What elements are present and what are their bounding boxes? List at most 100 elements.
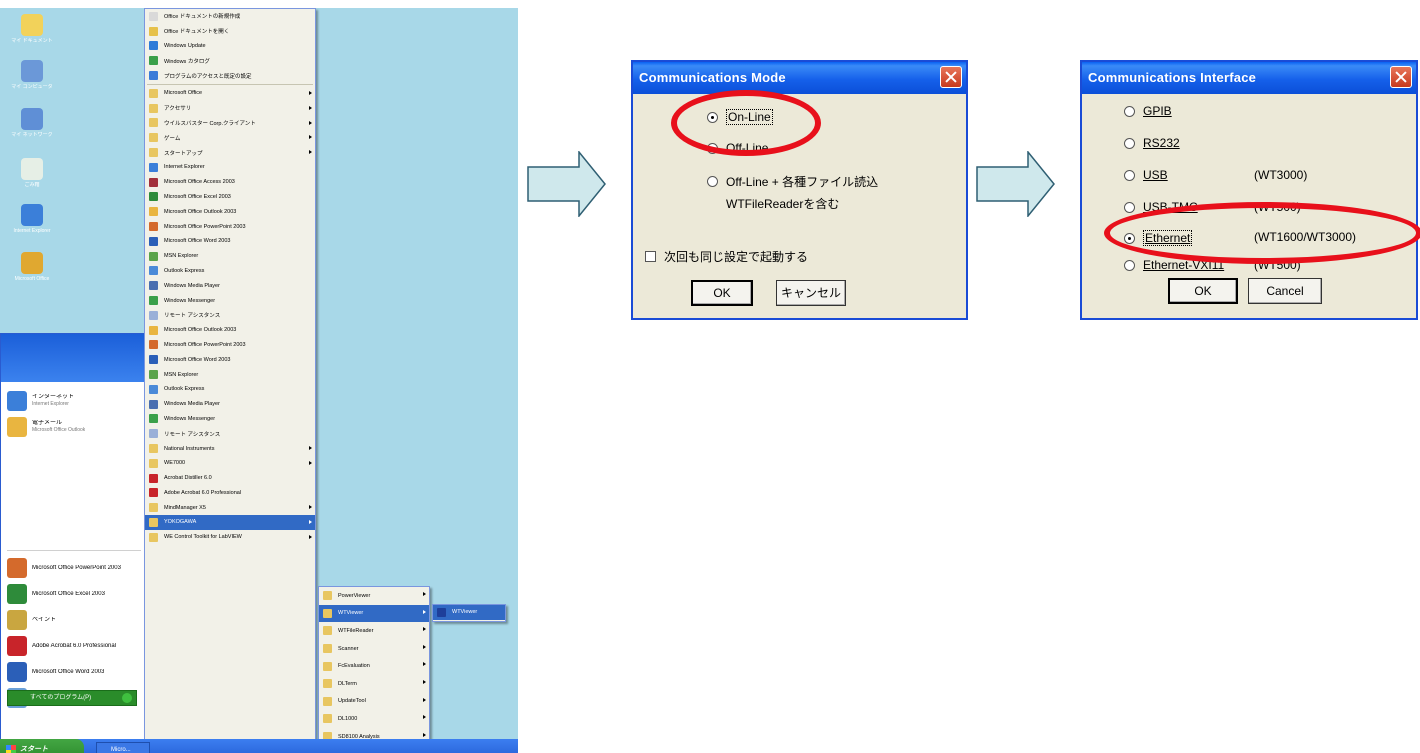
radio-interface-option[interactable]: GPIB (1124, 104, 1172, 118)
menu-item[interactable]: Windows Media Player (145, 397, 315, 412)
submenu-arrow-icon (423, 697, 426, 702)
start-menu-item[interactable]: ペイント (1, 607, 147, 633)
cancel-button[interactable]: Cancel (1248, 278, 1322, 304)
menu-item-label: FcEvaluation (338, 663, 370, 670)
menu-item[interactable]: プログラムのアクセスと既定の設定 (145, 68, 315, 83)
folder-icon (323, 608, 332, 618)
desktop-icon[interactable]: ごみ箱 (4, 158, 60, 188)
desktop-icon[interactable]: マイ ネットワーク (4, 108, 60, 138)
menu-item[interactable]: Microsoft Office Outlook 2003 (145, 204, 315, 219)
menu-item[interactable]: PowerViewer (319, 587, 429, 605)
taskbar-window-button[interactable]: Micro... (96, 742, 150, 753)
submenu-arrow-icon (423, 679, 426, 684)
ok-button[interactable]: OK (1168, 278, 1238, 304)
menu-item[interactable]: MSN Explorer (145, 249, 315, 264)
menu-item-label: Scanner (338, 645, 359, 652)
desktop-icon[interactable]: マイ コンピュータ (4, 60, 60, 90)
start-menu-item[interactable]: インターネット Internet Explorer (1, 388, 147, 414)
menu-item-label: プログラムのアクセスと既定の設定 (164, 73, 252, 80)
start-menu-item[interactable]: Microsoft Office Word 2003 (1, 659, 147, 685)
remember-checkbox[interactable]: 次回も同じ設定で起動する (645, 248, 808, 265)
menu-item[interactable]: Microsoft Office Excel 2003 (145, 190, 315, 205)
menu-item[interactable]: Microsoft Office Word 2003 (145, 352, 315, 367)
menu-item[interactable]: リモート アシスタンス (145, 308, 315, 323)
folder-icon (149, 458, 158, 468)
menu-item[interactable]: WTFileReader (319, 622, 429, 640)
desktop-icon[interactable]: マイ ドキュメント (4, 14, 60, 44)
menu-item[interactable]: Microsoft Office (145, 86, 315, 101)
submenu-arrow-icon (309, 90, 312, 95)
menu-item[interactable]: アクセサリ (145, 101, 315, 116)
radio-interface-option[interactable]: RS232 (1124, 136, 1180, 150)
menu-item[interactable]: DLTerm (319, 675, 429, 693)
menu-item-label: Acrobat Distiller 6.0 (164, 475, 212, 482)
all-programs-button[interactable]: すべてのプログラム(P) (7, 690, 137, 706)
menu-item[interactable]: Acrobat Distiller 6.0 (145, 471, 315, 486)
menu-item[interactable]: WTViewer (433, 605, 505, 620)
menu-item[interactable]: Outlook Express (145, 264, 315, 279)
menu-item[interactable]: FcEvaluation (319, 657, 429, 675)
start-menu-item[interactable]: Adobe Acrobat 6.0 Professional (1, 633, 147, 659)
menu-item[interactable]: Windows カタログ (145, 53, 315, 68)
menu-item[interactable]: Microsoft Office Word 2003 (145, 234, 315, 249)
menu-item[interactable]: Office ドキュメントを開く (145, 24, 315, 39)
radio-offline-read[interactable]: Off-Line + 各種ファイル読込 (707, 173, 878, 190)
interface-option-note-text: (WT3000) (1254, 168, 1308, 182)
menu-item[interactable]: DL1000 (319, 710, 429, 728)
menu-item[interactable]: Scanner (319, 640, 429, 658)
start-button[interactable]: スタート (0, 739, 84, 753)
desktop-icon[interactable]: Internet Explorer (4, 204, 60, 234)
menu-item[interactable]: YOKOGAWA (145, 515, 315, 530)
submenu-arrow-icon (309, 520, 312, 525)
desktop-icon-label: マイ ドキュメント (11, 38, 53, 44)
menu-item[interactable]: スタートアップ (145, 145, 315, 160)
menu-item[interactable]: UpdateTool (319, 693, 429, 711)
submenu-arrow-icon (309, 150, 312, 155)
close-icon[interactable] (940, 66, 962, 88)
remote-assist-icon (149, 310, 158, 320)
menu-item[interactable]: Microsoft Office Access 2003 (145, 175, 315, 190)
menu-item-label: DL1000 (338, 715, 358, 722)
start-menu-item[interactable]: 電子メール Microsoft Office Outlook (1, 414, 147, 440)
menu-item[interactable]: ゲーム (145, 130, 315, 145)
menu-item[interactable]: Windows Media Player (145, 278, 315, 293)
start-menu-item-title: インターネット (32, 394, 75, 400)
radio-interface-option[interactable]: USB (1124, 168, 1168, 182)
distiller-icon (149, 473, 158, 483)
start-menu-item-label: ペイント (32, 617, 56, 624)
menu-item[interactable]: Microsoft Office PowerPoint 2003 (145, 219, 315, 234)
offline-read-sublabel: WTFileReaderを含む (726, 195, 839, 212)
menu-item[interactable]: リモート アシスタンス (145, 426, 315, 441)
menu-item[interactable]: WTViewer (319, 604, 429, 623)
menu-item[interactable]: Windows Messenger (145, 412, 315, 427)
menu-item[interactable]: WE7000 (145, 456, 315, 471)
close-icon[interactable] (1390, 66, 1412, 88)
start-menu-item[interactable]: Microsoft Office PowerPoint 2003 (1, 555, 147, 581)
ie-icon (7, 391, 27, 411)
menu-item[interactable]: Internet Explorer (145, 160, 315, 175)
menu-item[interactable]: Outlook Express (145, 382, 315, 397)
paint-icon (7, 610, 27, 630)
menu-item[interactable]: National Instruments (145, 441, 315, 456)
desktop-icon[interactable]: Microsoft Office (4, 252, 60, 282)
menu-item[interactable]: MSN Explorer (145, 367, 315, 382)
start-menu-item[interactable]: Microsoft Office Excel 2003 (1, 581, 147, 607)
dialog-title-bar: Communications Interface (1082, 62, 1416, 94)
radio-unselected-icon (707, 176, 718, 187)
menu-item[interactable]: Windows Update (145, 39, 315, 54)
menu-item[interactable]: Adobe Acrobat 6.0 Professional (145, 486, 315, 501)
folder-icon (323, 644, 332, 654)
cancel-button[interactable]: キャンセル (776, 280, 846, 306)
menu-item-label: Windows Messenger (164, 415, 216, 422)
programs-menu: Office ドキュメントの新規作成 Office ドキュメントを開く Window… (144, 8, 316, 753)
submenu-arrow-icon (423, 609, 426, 614)
xp-desktop: マイ ドキュメントマイ コンピュータ マイ ネットワーク ごみ箱 Internet E… (0, 8, 518, 753)
menu-item[interactable]: ウイルスバスター Corp.クライアント (145, 116, 315, 131)
ok-button[interactable]: OK (691, 280, 753, 306)
menu-item[interactable]: Windows Messenger (145, 293, 315, 308)
menu-item[interactable]: MindManager X5 (145, 500, 315, 515)
menu-item[interactable]: Office ドキュメントの新規作成 (145, 9, 315, 24)
menu-item[interactable]: Microsoft Office Outlook 2003 (145, 323, 315, 338)
menu-item[interactable]: WE Control Toolkit for LabVIEW (145, 530, 315, 545)
menu-item[interactable]: Microsoft Office PowerPoint 2003 (145, 338, 315, 353)
